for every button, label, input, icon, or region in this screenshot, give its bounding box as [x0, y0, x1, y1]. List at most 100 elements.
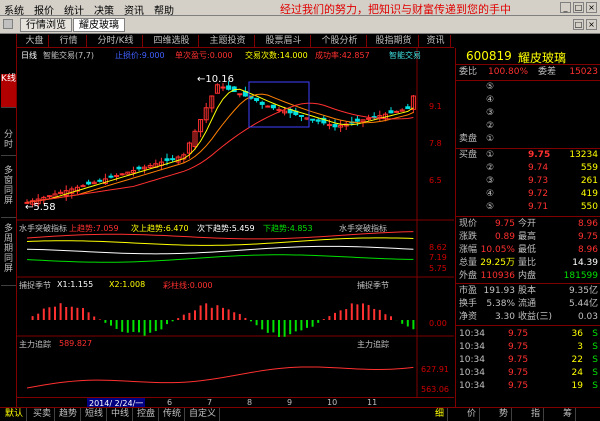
left-tab-timeshare[interactable]: 分时 [1, 130, 16, 156]
candle-body [97, 179, 103, 182]
tab-close-icon[interactable]: × [586, 19, 597, 30]
stat-label: 最低 [518, 245, 537, 255]
weibi-label: 委比 [459, 67, 478, 77]
tab-stock-analysis[interactable]: 个股分析 [313, 35, 367, 47]
tick-row: 10:34 9.75 19 S [456, 380, 600, 393]
yaxis-p4-1: 627.91 [421, 365, 449, 374]
buy-price: 9.75 [528, 150, 551, 160]
sell-level: ① [486, 134, 495, 144]
panel4-title-right: 主力追踪 [357, 340, 389, 349]
btab-traditional[interactable]: 传统 [160, 408, 186, 421]
tab-4d-select[interactable]: 四维选股 [145, 35, 199, 47]
menu-item-stats[interactable]: 统计 [64, 2, 84, 17]
buy-row: 买盘 ① 9.75 13234 [456, 149, 600, 162]
tab-stock-detail[interactable]: 耀皮玻璃 [73, 18, 125, 32]
stat-label: 涨跌 [459, 232, 478, 242]
window-menu-icon[interactable] [3, 19, 13, 29]
candle-body [388, 110, 394, 114]
buy-price: 9.71 [528, 202, 549, 212]
tab-news[interactable]: 资讯 [421, 35, 451, 47]
buy-level: ⑤ [486, 202, 495, 212]
legend-stoploss: 止损价:9.000 [115, 51, 165, 60]
fund-value: 0.03 [577, 312, 598, 322]
buy-price: 9.74 [528, 163, 549, 173]
stat-label: 内盘 [518, 271, 537, 281]
tick-volume: 3 [577, 342, 583, 352]
btab-default[interactable]: 默认 [2, 408, 28, 421]
tick-flag: S [592, 368, 598, 378]
month-tick: 8 [247, 398, 253, 407]
sell-row: ② [456, 120, 600, 133]
weibi-row: 委比 100.80% 委差 15023 [456, 66, 600, 79]
menu-item-decision[interactable]: 决策 [94, 2, 114, 17]
buy-level: ① [486, 150, 495, 160]
rtab-detail[interactable]: 细 [432, 408, 449, 421]
yaxis-p4-2: 563.06 [421, 385, 449, 394]
tick-flag: S [592, 355, 598, 365]
buy-volume: 261 [580, 176, 598, 186]
buy-row: ② 9.74 559 [456, 162, 600, 175]
tab-quotes[interactable]: 行情 [51, 35, 87, 47]
menu-item-news[interactable]: 资讯 [124, 2, 144, 17]
tab-quote-browse[interactable]: 行情浏览 [20, 18, 72, 32]
fund-label: 收益(三) [518, 312, 553, 322]
btab-mid[interactable]: 中线 [108, 408, 134, 421]
left-tab-multiwindow[interactable]: 多窗同屏 [1, 166, 16, 218]
stat-value: 29.25万 [480, 258, 515, 268]
stat-row: 涨幅 10.05% 最低 8.96 [456, 244, 600, 257]
candle-body [86, 181, 92, 185]
left-tab-multiperiod[interactable]: 多周期同屏 [1, 224, 16, 286]
btab-short[interactable]: 短线 [82, 408, 108, 421]
menu-item-help[interactable]: 帮助 [154, 2, 174, 17]
close-icon[interactable]: × [586, 2, 597, 13]
rtab-trend[interactable]: 势 [496, 408, 513, 421]
stat-value: 8.96 [577, 245, 598, 255]
btab-custom[interactable]: 自定义 [186, 408, 221, 421]
sell-row: 卖盘 ① [456, 133, 600, 146]
stock-name: 耀皮玻璃 [518, 51, 567, 65]
tab-stock-fight[interactable]: 股票眉斗 [257, 35, 311, 47]
rtab-price[interactable]: 价 [464, 408, 481, 421]
tick-volume: 22 [571, 355, 583, 365]
rtab-index[interactable]: 指 [528, 408, 545, 421]
sell-level: ⑤ [486, 82, 495, 92]
fund-label: 股本 [518, 286, 537, 296]
minimize-icon[interactable]: _ [560, 2, 571, 13]
menu-item-system[interactable]: 系统 [4, 2, 24, 17]
moving-average-line [26, 102, 414, 203]
stat-label: 今开 [518, 219, 537, 229]
left-view-strip: K线 分时 多窗同屏 多周期同屏 [0, 34, 17, 410]
stat-row: 涨跌 0.89 最高 9.75 [456, 231, 600, 244]
tick-time: 10:34 [459, 329, 485, 339]
tick-time: 10:34 [459, 381, 485, 391]
buy-price: 9.73 [528, 176, 549, 186]
btab-trend[interactable]: 趋势 [56, 408, 82, 421]
tab-market[interactable]: 大盘 [21, 35, 49, 47]
rtab-chips[interactable]: 筹 [560, 408, 577, 421]
date-axis: 2014/ 2/24/一 6 7 8 9 10 11 [17, 397, 454, 409]
chart-area[interactable]: 日线 智能交易(7,7) 止损价:9.000 单次盈亏:0.000 交易次数:1… [17, 48, 454, 397]
tick-time: 10:34 [459, 355, 485, 365]
btab-buysell[interactable]: 买卖 [30, 408, 56, 421]
low-price-label: ←5.58 [25, 202, 56, 213]
stat-value: 110936 [480, 271, 515, 281]
yaxis-p2-2: 7.19 [429, 253, 447, 262]
stat-value: 0.89 [494, 232, 515, 242]
fund-row: 净资 3.30 收益(三) 0.03 [456, 311, 600, 324]
btab-control[interactable]: 控盘 [134, 408, 160, 421]
tab-theme-invest[interactable]: 主题投资 [201, 35, 255, 47]
fund-label: 换手 [459, 299, 478, 309]
menu-item-quote[interactable]: 报价 [34, 2, 54, 17]
tab-index-futures[interactable]: 股指期货 [369, 35, 419, 47]
tab-time-kline[interactable]: 分时/K线 [89, 35, 143, 47]
stat-row: 总量 29.25万 量比 14.39 [456, 257, 600, 270]
tab-restore-icon[interactable]: □ [573, 19, 584, 30]
fund-value: 3.30 [494, 312, 515, 322]
fund-value: 5.44亿 [568, 299, 598, 309]
left-tab-kline[interactable]: K线 [1, 74, 16, 108]
panel3-legend-x2: X2:1.008 [109, 280, 146, 289]
sell-level: ③ [486, 108, 495, 118]
restore-icon[interactable]: □ [573, 2, 584, 13]
panel3-title-right: 捕捉季节 [357, 281, 389, 290]
yaxis-main-1: 9.1 [429, 102, 442, 111]
